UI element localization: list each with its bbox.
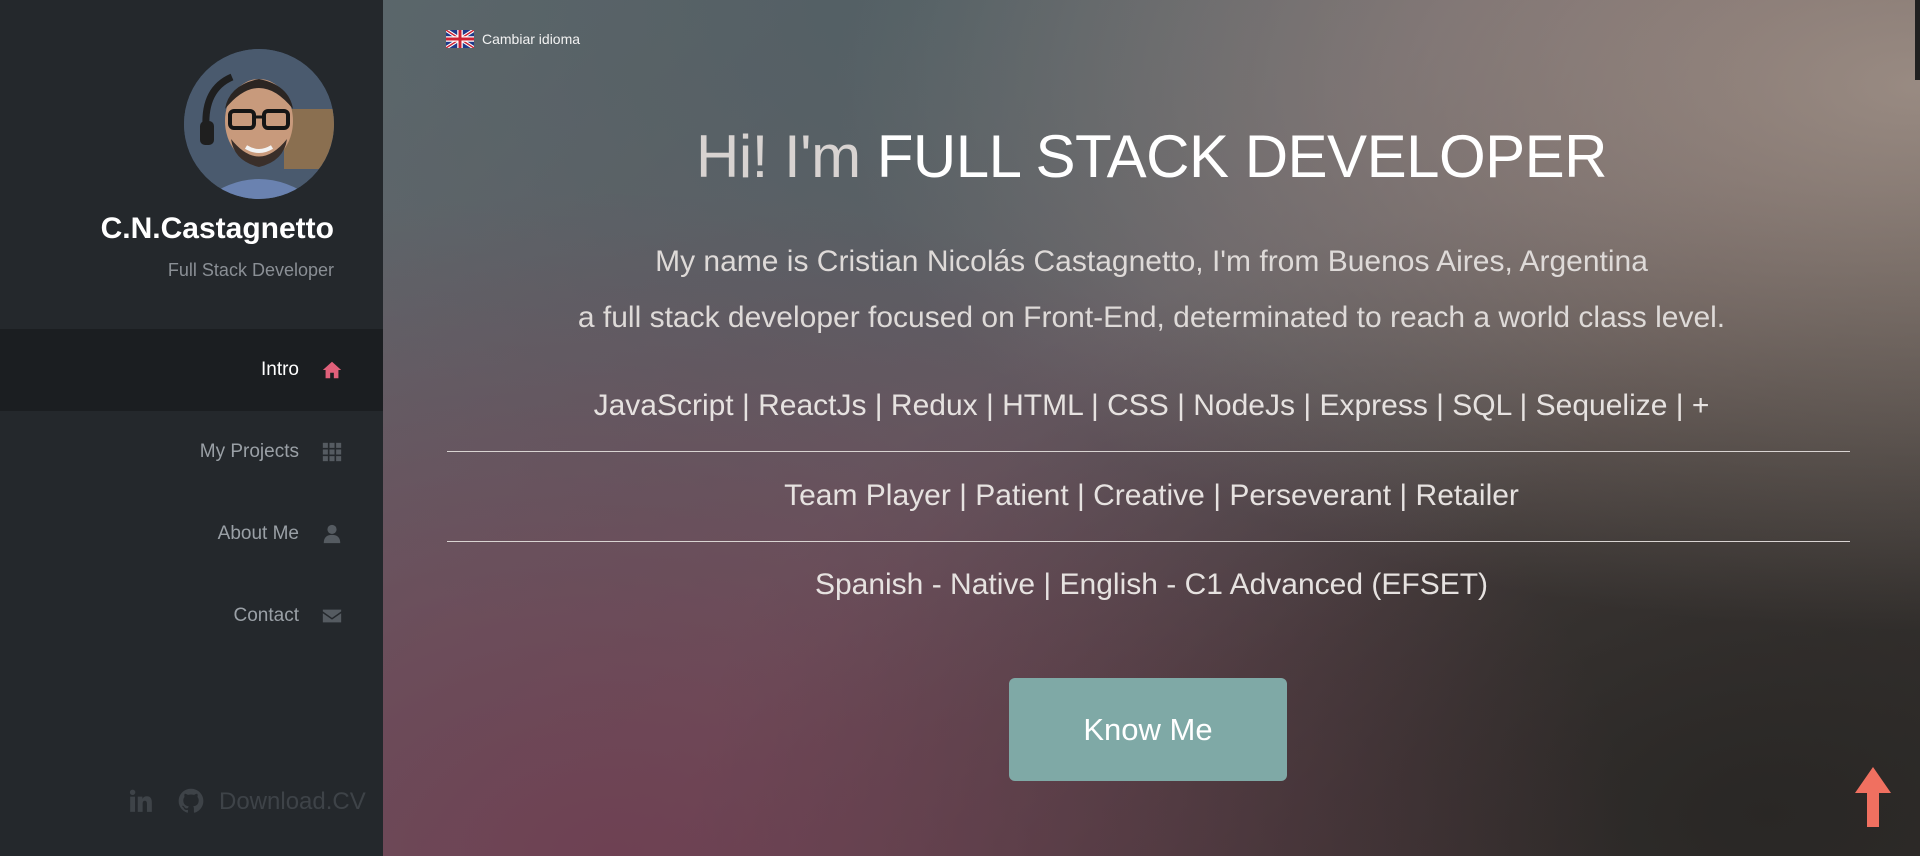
soft-skills: Team Player | Patient | Creative | Perse… <box>784 479 1519 512</box>
uk-flag-icon <box>446 30 474 48</box>
sidebar: C.N.Castagnetto Full Stack Developer Int… <box>0 0 383 856</box>
language-toggle-label: Cambiar idioma <box>482 31 581 47</box>
know-me-button[interactable]: Know Me <box>1009 678 1287 781</box>
home-icon <box>321 359 343 381</box>
tech-skills: JavaScript | ReactJs | Redux | HTML | CS… <box>593 389 1710 422</box>
nav-label: Contact <box>233 605 299 626</box>
nav-item-contact[interactable]: Contact <box>0 575 383 657</box>
nav-item-intro[interactable]: Intro <box>0 329 383 411</box>
hero-prefix: Hi! I'm <box>696 123 877 190</box>
arrow-up-icon <box>1855 767 1891 827</box>
download-cv-link[interactable]: Download.CV <box>219 788 366 816</box>
envelope-icon <box>321 605 343 627</box>
nav-item-my-projects[interactable]: My Projects <box>0 411 383 493</box>
social-links: Download.CV <box>0 782 383 822</box>
nav-label: Intro <box>260 359 299 380</box>
nav-item-about-me[interactable]: About Me <box>0 493 383 575</box>
scrollbar-thumb[interactable] <box>1915 0 1920 80</box>
nav-label: About Me <box>217 523 299 544</box>
linkedin-icon[interactable] <box>128 788 154 814</box>
brand-name: C.N.Castagnetto <box>100 212 334 245</box>
nav-label: My Projects <box>199 441 299 462</box>
language-toggle[interactable]: Cambiar idioma <box>446 30 580 48</box>
hero-emphasis: FULL STACK DEVELOPER <box>876 123 1608 190</box>
languages: Spanish - Native | English - C1 Advanced… <box>814 568 1489 601</box>
scroll-to-top-button[interactable] <box>1853 765 1893 829</box>
hero-title: Hi! I'm FULL STACK DEVELOPER <box>383 122 1920 191</box>
grid-icon <box>321 441 343 463</box>
user-icon <box>321 523 343 545</box>
divider <box>447 451 1850 452</box>
intro-line-1: My name is Cristian Nicolás Castagnetto,… <box>655 245 1648 278</box>
divider <box>447 541 1850 542</box>
hero-section: Cambiar idioma Hi! I'm FULL STACK DEVELO… <box>383 0 1920 856</box>
sidebar-nav: Intro My Projects About Me Contact <box>0 329 383 657</box>
brand-role: Full Stack Developer <box>167 260 334 280</box>
intro-line-2: a full stack developer focused on Front-… <box>577 301 1726 334</box>
avatar-portrait <box>184 49 334 199</box>
github-icon[interactable] <box>177 787 205 815</box>
profile-avatar <box>184 49 334 199</box>
